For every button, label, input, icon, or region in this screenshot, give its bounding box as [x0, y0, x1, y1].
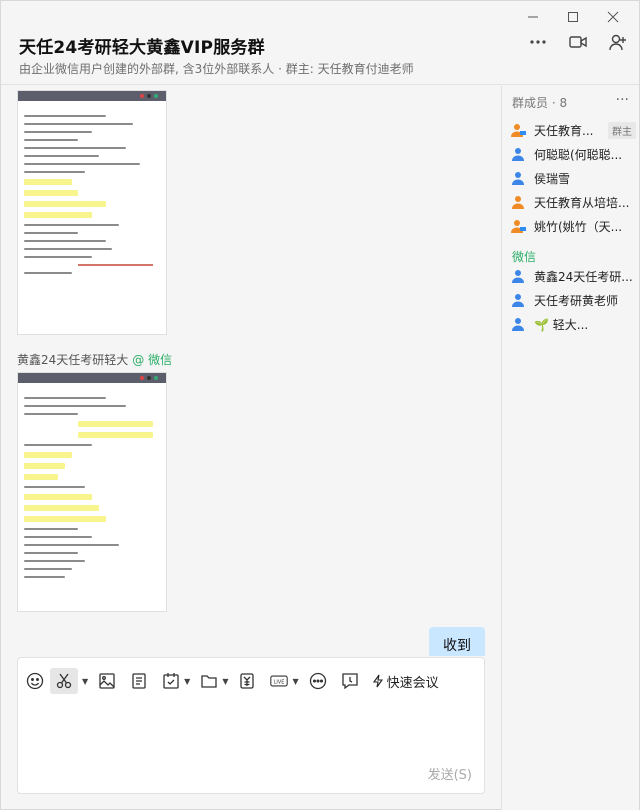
owner-badge: 群主 — [608, 121, 636, 139]
enterprise-user-icon — [511, 220, 526, 233]
member-item[interactable]: 🌱 轻大... — [510, 312, 636, 336]
quick-meeting-button[interactable]: 快速会议 — [371, 672, 439, 691]
screenshot-icon[interactable] — [50, 668, 78, 694]
chevron-down-icon[interactable]: ▼ — [82, 677, 88, 686]
emoji-icon[interactable] — [26, 668, 44, 694]
window-controls — [513, 5, 633, 29]
live-icon[interactable]: LIVE — [270, 668, 289, 694]
chevron-down-icon[interactable]: ▼ — [292, 677, 298, 686]
more-icon[interactable] — [527, 31, 549, 53]
panel-more-icon[interactable]: ··· — [616, 92, 629, 108]
schedule-icon[interactable] — [162, 668, 180, 694]
image-icon[interactable] — [98, 668, 116, 694]
user-icon — [512, 172, 524, 185]
group-title: 天任24考研轻大黄鑫VIP服务群 — [19, 38, 265, 58]
input-toolbar: ▼ ▼ ▼ LIVE ▼ 快速会议 — [26, 668, 439, 694]
user-icon — [512, 318, 524, 331]
video-call-icon[interactable] — [567, 31, 589, 53]
member-panel: 群成员 · 8 ··· 天任教育... 群主 何聪聪(何聪聪... 侯瑞雪 天任… — [501, 86, 639, 810]
red-packet-icon[interactable] — [238, 668, 256, 694]
member-item[interactable]: 黄鑫24天任考研... — [510, 264, 636, 288]
member-item[interactable]: 姚竹(姚竹（天... — [510, 214, 636, 238]
document-icon[interactable] — [130, 668, 148, 694]
message-list[interactable]: 黄鑫24天任考研轻大 @ 微信 收到 — [1, 86, 501, 656]
folder-icon[interactable] — [200, 668, 218, 694]
chevron-down-icon[interactable]: ▼ — [222, 677, 228, 686]
chevron-down-icon[interactable]: ▼ — [184, 677, 190, 686]
image-message[interactable] — [17, 372, 167, 612]
member-item[interactable]: 侯瑞雪 — [510, 166, 636, 190]
user-icon — [512, 270, 524, 283]
image-message[interactable] — [17, 90, 167, 335]
minimize-button[interactable] — [513, 5, 553, 29]
enterprise-user-icon — [511, 124, 526, 137]
lightning-icon — [372, 674, 383, 688]
group-subtitle: 由企业微信用户创建的外部群, 含3位外部联系人 · 群主: 天任教育付迪老师 — [19, 62, 414, 76]
feedback-icon[interactable] — [341, 668, 359, 694]
section-wechat: 微信 — [512, 250, 537, 264]
message-sender: 黄鑫24天任考研轻大 @ 微信 — [17, 353, 173, 367]
member-item[interactable]: 天任教育... 群主 — [510, 118, 636, 142]
send-button[interactable]: 发送(S) — [428, 764, 472, 783]
user-icon — [512, 196, 524, 209]
maximize-button[interactable] — [553, 5, 593, 29]
member-count: 群成员 · 8 — [512, 96, 568, 110]
svg-text:LIVE: LIVE — [274, 679, 285, 685]
close-button[interactable] — [593, 5, 633, 29]
add-member-icon[interactable] — [607, 31, 629, 53]
member-item[interactable]: 何聪聪(何聪聪... — [510, 142, 636, 166]
user-icon — [512, 294, 524, 307]
user-icon — [512, 148, 524, 161]
chat-window: 天任24考研轻大黄鑫VIP服务群 由企业微信用户创建的外部群, 含3位外部联系人… — [0, 0, 640, 810]
message-input-area[interactable]: ▼ ▼ ▼ LIVE ▼ 快速会议 发送(S) — [17, 657, 485, 794]
more-icon[interactable] — [309, 668, 327, 694]
member-item[interactable]: 天任教育从培培... — [510, 190, 636, 214]
message-bubble-self[interactable]: 收到 — [429, 627, 485, 656]
member-item[interactable]: 天任考研黄老师 — [510, 288, 636, 312]
